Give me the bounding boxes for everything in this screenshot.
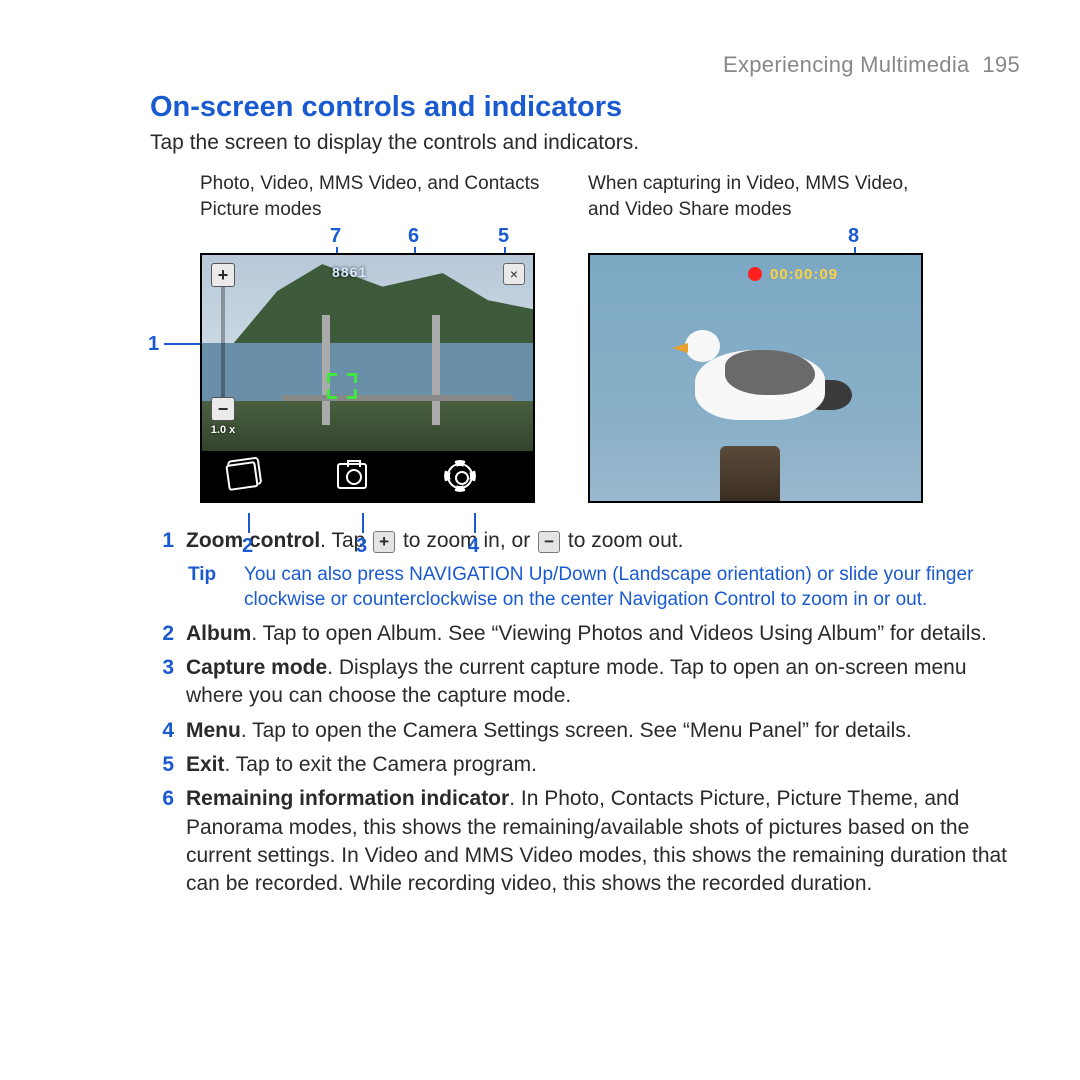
item-term: Capture mode <box>186 656 327 679</box>
callout-5: 5 <box>498 223 509 250</box>
item-number: 1 <box>150 527 174 555</box>
list-item-5: 5 Exit. Tap to exit the Camera program. <box>150 751 1020 779</box>
list-item-2: 2 Album. Tap to open Album. See “Viewing… <box>150 620 1020 648</box>
tip-row: Tip You can also press NAVIGATION Up/Dow… <box>188 562 1020 612</box>
zoom-out-button[interactable]: − <box>211 397 235 421</box>
album-icon[interactable] <box>225 461 258 491</box>
item-number: 4 <box>150 717 174 745</box>
tip-label: Tip <box>188 562 222 612</box>
item-term: Album <box>186 622 251 645</box>
indicator-list: 1 Zoom control. Tap + to zoom in, or − t… <box>150 527 1020 899</box>
leader <box>474 513 476 533</box>
list-item-4: 4 Menu. Tap to open the Camera Settings … <box>150 717 1020 745</box>
callout-3: 3 <box>356 533 367 560</box>
item-number: 3 <box>150 654 174 711</box>
scene-bridge-tower <box>322 315 330 425</box>
figure-photo-mode: Photo, Video, MMS Video, and Contacts Pi… <box>200 171 560 503</box>
scene-bird-head <box>685 330 720 362</box>
item-text: Zoom control. Tap + to zoom in, or − to … <box>186 527 1020 555</box>
recording-timer: 00:00:09 <box>770 265 838 285</box>
screenshot-photo: + − 1.0 x 8861 × <box>200 253 535 503</box>
list-item-6: 6 Remaining information indicator. In Ph… <box>150 785 1020 898</box>
zoom-slider-track[interactable] <box>221 287 225 397</box>
menu-gear-icon[interactable] <box>447 463 473 489</box>
scene-bridge-tower <box>432 315 440 425</box>
screenshot-video: 00:00:09 <box>588 253 923 503</box>
item-text: Menu. Tap to open the Camera Settings sc… <box>186 717 1020 745</box>
callout-1: 1 <box>148 331 159 358</box>
camera-bottom-bar <box>202 451 533 501</box>
figure-caption-left: Photo, Video, MMS Video, and Contacts Pi… <box>200 171 560 225</box>
figure-video-mode: When capturing in Video, MMS Video, and … <box>588 171 943 503</box>
item-text: Capture mode. Displays the current captu… <box>186 654 1020 711</box>
list-item-3: 3 Capture mode. Displays the current cap… <box>150 654 1020 711</box>
minus-icon: − <box>538 531 560 553</box>
scene-mountain <box>232 255 533 345</box>
item-text: Album. Tap to open Album. See “Viewing P… <box>186 620 1020 648</box>
zoom-control[interactable]: + − 1.0 x <box>210 263 236 438</box>
item-text: Exit. Tap to exit the Camera program. <box>186 751 1020 779</box>
capture-mode-icon[interactable] <box>337 463 367 489</box>
page-header: Experiencing Multimedia 195 <box>150 50 1020 80</box>
chapter-name: Experiencing Multimedia <box>723 52 970 77</box>
callout-6: 6 <box>408 223 419 250</box>
list-item-1: 1 Zoom control. Tap + to zoom in, or − t… <box>150 527 1020 555</box>
section-intro: Tap the screen to display the controls a… <box>150 129 1020 157</box>
item-number: 6 <box>150 785 174 898</box>
recording-dot-icon <box>748 267 762 281</box>
zoom-level-label: 1.0 x <box>211 423 235 438</box>
item-term: Remaining information indicator <box>186 787 509 810</box>
scene-landscape: + − 1.0 x 8861 × <box>202 255 533 501</box>
section-title: On-screen controls and indicators <box>150 88 1020 127</box>
figures-container: Photo, Video, MMS Video, and Contacts Pi… <box>200 171 1020 503</box>
item-text: Remaining information indicator. In Phot… <box>186 785 1020 898</box>
focus-bracket-icon <box>327 373 357 399</box>
scene-bird: 00:00:09 <box>590 255 921 501</box>
tip-text: You can also press NAVIGATION Up/Down (L… <box>244 562 1020 612</box>
callout-7: 7 <box>330 223 341 250</box>
item-number: 5 <box>150 751 174 779</box>
page-number: 195 <box>982 52 1020 77</box>
remaining-indicator: 8861 <box>332 263 367 282</box>
callout-4: 4 <box>468 533 479 560</box>
callout-8: 8 <box>848 223 859 250</box>
leader <box>248 513 250 533</box>
scene-bird-wing <box>725 350 815 395</box>
scene-bridge-deck <box>282 395 513 401</box>
scene-post <box>720 446 780 501</box>
callout-2: 2 <box>242 533 253 560</box>
figure-caption-right: When capturing in Video, MMS Video, and … <box>588 171 943 225</box>
zoom-in-button[interactable]: + <box>211 263 235 287</box>
exit-button[interactable]: × <box>503 263 525 285</box>
item-number: 2 <box>150 620 174 648</box>
scene-bird-beak <box>672 343 688 353</box>
plus-icon: + <box>373 531 395 553</box>
leader <box>362 513 364 533</box>
item-term: Menu <box>186 719 241 742</box>
item-term: Exit <box>186 753 225 776</box>
